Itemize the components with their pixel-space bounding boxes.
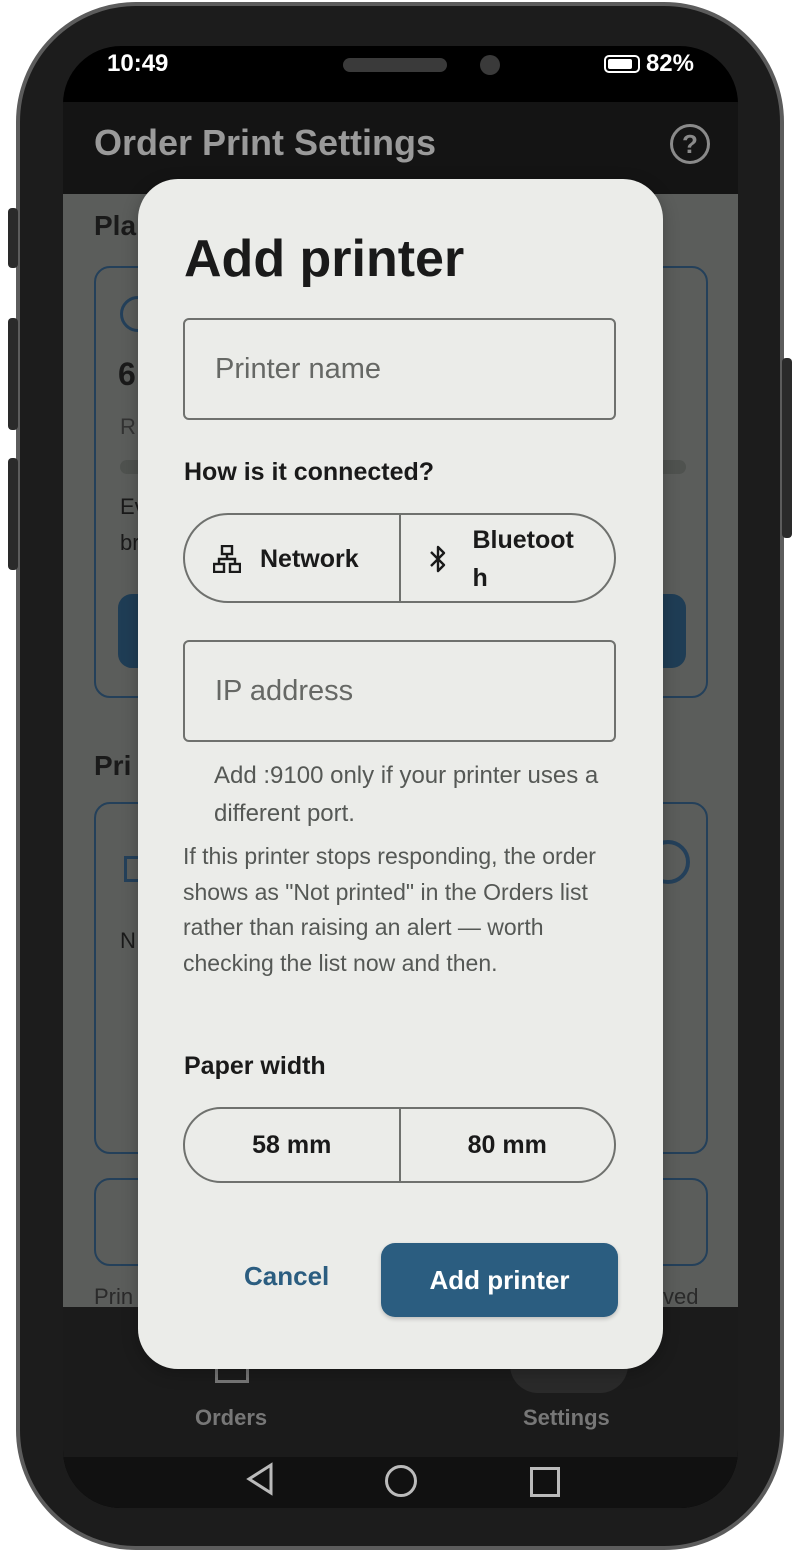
cancel-button[interactable]: Cancel: [244, 1261, 329, 1292]
phone-side-button-left-1: [8, 208, 18, 268]
card-subtext: R: [120, 414, 136, 439]
nav-orders-label[interactable]: Orders: [195, 1405, 267, 1431]
notch: [208, 46, 593, 100]
earpiece-speaker: [343, 58, 447, 72]
bluetooth-label-line1: Bluetoot: [472, 526, 574, 554]
card-number: 6: [118, 356, 136, 392]
section-title-printers: Pri: [94, 750, 132, 781]
system-nav-bar: [63, 1457, 738, 1508]
paper-option-58mm[interactable]: 58 mm: [185, 1109, 399, 1181]
ip-address-field[interactable]: [183, 640, 616, 742]
bluetooth-label-line2: h: [472, 564, 488, 592]
paper-option-80mm[interactable]: 80 mm: [398, 1109, 615, 1181]
ip-address-input[interactable]: [185, 642, 614, 740]
network-icon: [213, 545, 241, 573]
printer-card-text: N: [120, 928, 136, 953]
section-title-placement: Pla: [94, 210, 137, 241]
back-icon[interactable]: [245, 1459, 275, 1499]
paper-option-58mm-label: 58 mm: [252, 1130, 332, 1159]
add-printer-button[interactable]: Add printer: [381, 1243, 618, 1317]
home-icon[interactable]: [385, 1465, 417, 1497]
phone-side-button-left-2: [8, 318, 18, 430]
phone-side-button-left-3: [8, 458, 18, 570]
front-camera: [480, 55, 500, 75]
connection-option-bluetooth[interactable]: Bluetoot h: [398, 515, 615, 601]
status-battery: 82%: [603, 50, 694, 78]
printer-name-input[interactable]: [185, 320, 614, 418]
status-time: 10:49: [107, 50, 169, 77]
battery-icon: [603, 55, 640, 73]
connection-label: How is it connected?: [184, 458, 435, 486]
connection-segmented-control: Network Bluetoot h: [183, 513, 616, 603]
network-label: Network: [260, 545, 359, 573]
page-title: Order Print Settings: [94, 122, 437, 163]
printer-name-field[interactable]: [183, 318, 616, 420]
phone-side-button-right: [782, 358, 792, 538]
recents-icon[interactable]: [530, 1467, 560, 1497]
paper-option-80mm-label: 80 mm: [467, 1130, 547, 1159]
card-desc-line2: br: [120, 530, 140, 555]
help-circle-icon[interactable]: ?: [670, 124, 710, 164]
ip-helper-text: Add :9100 only if your printer uses a di…: [214, 762, 599, 827]
nav-settings-label[interactable]: Settings: [523, 1405, 610, 1431]
dialog-title: Add printer: [184, 230, 465, 288]
paper-width-segmented-control: 58 mm 80 mm: [183, 1107, 616, 1183]
bluetooth-icon: [429, 545, 445, 573]
paper-width-label: Paper width: [184, 1052, 326, 1080]
not-printed-warning: If this printer stops responding, the or…: [183, 843, 596, 976]
add-printer-dialog: Add printer How is it connected? Network…: [138, 179, 663, 1369]
battery-percent: 82%: [645, 50, 694, 77]
connection-option-network[interactable]: Network: [185, 515, 399, 601]
